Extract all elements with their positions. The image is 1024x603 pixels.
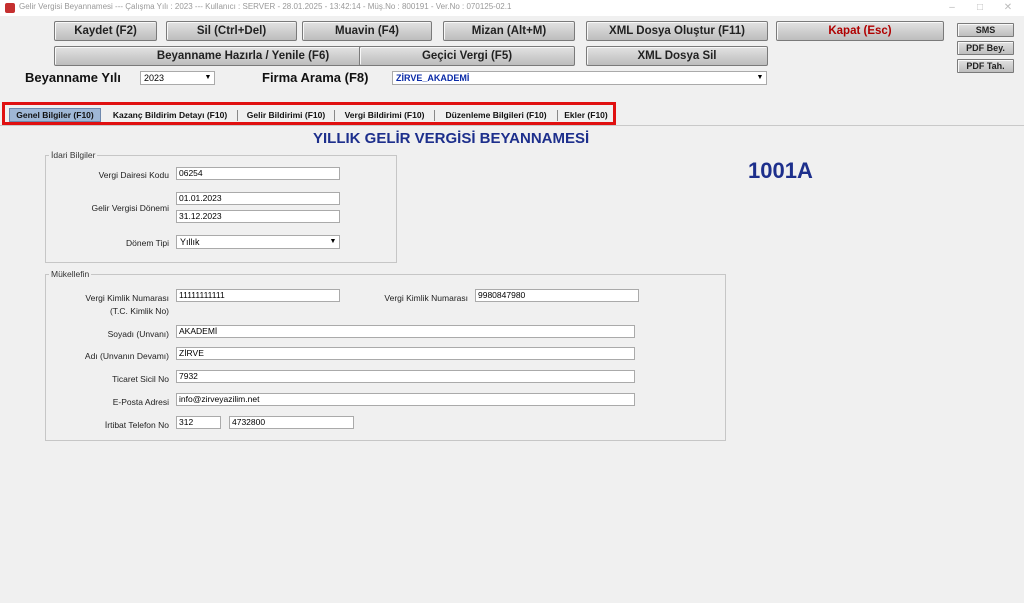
mizan-button[interactable]: Mizan (Alt+M) bbox=[443, 21, 575, 41]
soyadi-label: Soyadı (Unvanı) bbox=[107, 329, 169, 339]
ticaret-sicil-field[interactable]: 7932 bbox=[176, 370, 635, 383]
tab-genel-bilgiler[interactable]: Genel Bilgiler (F10) bbox=[9, 108, 101, 122]
firma-arama-value: ZİRVE_AKADEMİ bbox=[396, 73, 470, 83]
close-button[interactable]: ✕ bbox=[996, 0, 1020, 16]
tckn-sublabel: (T.C. Kimlik No) bbox=[109, 306, 169, 316]
sil-button[interactable]: Sil (Ctrl+Del) bbox=[166, 21, 297, 41]
window-title: Gelir Vergisi Beyannamesi --- Çalışma Yı… bbox=[19, 2, 512, 11]
tab-duzenleme-bilgileri[interactable]: Düzenleme Bilgileri (F10) bbox=[437, 108, 555, 122]
tab-divider bbox=[434, 110, 435, 121]
adi-field[interactable]: ZİRVE bbox=[176, 347, 635, 360]
beyanname-yili-label: Beyanname Yılı bbox=[25, 70, 121, 85]
form-title: YILLIK GELİR VERGİSİ BEYANNAMESİ bbox=[313, 130, 590, 147]
gecici-vergi-button[interactable]: Geçici Vergi (F5) bbox=[359, 46, 575, 66]
idari-bilgiler-legend: İdari Bilgiler bbox=[49, 150, 98, 160]
chevron-down-icon: ▼ bbox=[756, 74, 764, 81]
firma-arama-label: Firma Arama (F8) bbox=[262, 70, 369, 85]
telefon-label: İrtibat Telefon No bbox=[104, 420, 169, 430]
tckn-field[interactable]: 11111111111 bbox=[176, 289, 340, 302]
gelir-vergisi-donemi-label: Gelir Vergisi Dönemi bbox=[91, 203, 169, 213]
ticaret-sicil-label: Ticaret Sicil No bbox=[112, 374, 169, 384]
tab-divider bbox=[237, 110, 238, 121]
donem-tipi-label: Dönem Tipi bbox=[126, 238, 169, 248]
kaydet-button[interactable]: Kaydet (F2) bbox=[54, 21, 157, 41]
chevron-down-icon: ▼ bbox=[204, 74, 212, 81]
donem-tipi-select[interactable]: Yıllık ▼ bbox=[176, 235, 340, 249]
sms-button[interactable]: SMS bbox=[957, 23, 1014, 37]
minimize-button[interactable]: – bbox=[940, 0, 964, 16]
tab-divider bbox=[557, 110, 558, 121]
telefon-alan-kodu-field[interactable]: 312 bbox=[176, 416, 221, 429]
telefon-no-field[interactable]: 4732800 bbox=[229, 416, 354, 429]
chevron-down-icon: ▼ bbox=[329, 238, 337, 245]
tab-gelir-bildirimi[interactable]: Gelir Bildirimi (F10) bbox=[240, 108, 332, 122]
soyadi-field[interactable]: AKADEMİ bbox=[176, 325, 635, 338]
tab-ekler[interactable]: Ekler (F10) bbox=[559, 108, 613, 122]
panel-divider bbox=[0, 125, 1024, 126]
beyanname-yili-select[interactable]: 2023 ▼ bbox=[140, 71, 215, 85]
tab-divider bbox=[334, 110, 335, 121]
adi-label: Adı (Unvanın Devamı) bbox=[84, 351, 169, 361]
kapat-button[interactable]: Kapat (Esc) bbox=[776, 21, 944, 41]
tckn-label: Vergi Kimlik Numarası bbox=[85, 293, 169, 303]
pdf-tah-button[interactable]: PDF Tah. bbox=[957, 59, 1014, 73]
title-bar: Gelir Vergisi Beyannamesi --- Çalışma Yı… bbox=[0, 0, 1024, 16]
eposta-label: E-Posta Adresi bbox=[112, 397, 169, 407]
xml-olustur-button[interactable]: XML Dosya Oluştur (F11) bbox=[586, 21, 768, 41]
muavin-button[interactable]: Muavin (F4) bbox=[302, 21, 432, 41]
tab-vergi-bildirimi[interactable]: Vergi Bildirimi (F10) bbox=[337, 108, 432, 122]
maximize-button[interactable]: □ bbox=[968, 0, 992, 16]
xml-sil-button[interactable]: XML Dosya Sil bbox=[586, 46, 768, 66]
eposta-field[interactable]: info@zirveyazilim.net bbox=[176, 393, 635, 406]
vkn-field[interactable]: 9980847980 bbox=[475, 289, 639, 302]
donem-bitis-field[interactable]: 31.12.2023 bbox=[176, 210, 340, 223]
mukellef-legend: Mükellefin bbox=[49, 269, 92, 279]
tab-kazanc-bildirim[interactable]: Kazanç Bildirim Detayı (F10) bbox=[106, 108, 234, 122]
form-code: 1001A bbox=[748, 158, 813, 183]
vergi-dairesi-label: Vergi Dairesi Kodu bbox=[98, 170, 169, 180]
vkn-label: Vergi Kimlik Numarası bbox=[384, 293, 468, 303]
app-icon bbox=[5, 3, 15, 13]
pdf-bey-button[interactable]: PDF Bey. bbox=[957, 41, 1014, 55]
firma-arama-select[interactable]: ZİRVE_AKADEMİ ▼ bbox=[392, 71, 767, 85]
beyanname-yili-value: 2023 bbox=[144, 73, 165, 83]
vergi-dairesi-field[interactable]: 06254 bbox=[176, 167, 340, 180]
donem-baslangic-field[interactable]: 01.01.2023 bbox=[176, 192, 340, 205]
tab-strip: Genel Bilgiler (F10) Kazanç Bildirim Det… bbox=[2, 102, 616, 125]
donem-tipi-value: Yıllık bbox=[180, 237, 200, 247]
